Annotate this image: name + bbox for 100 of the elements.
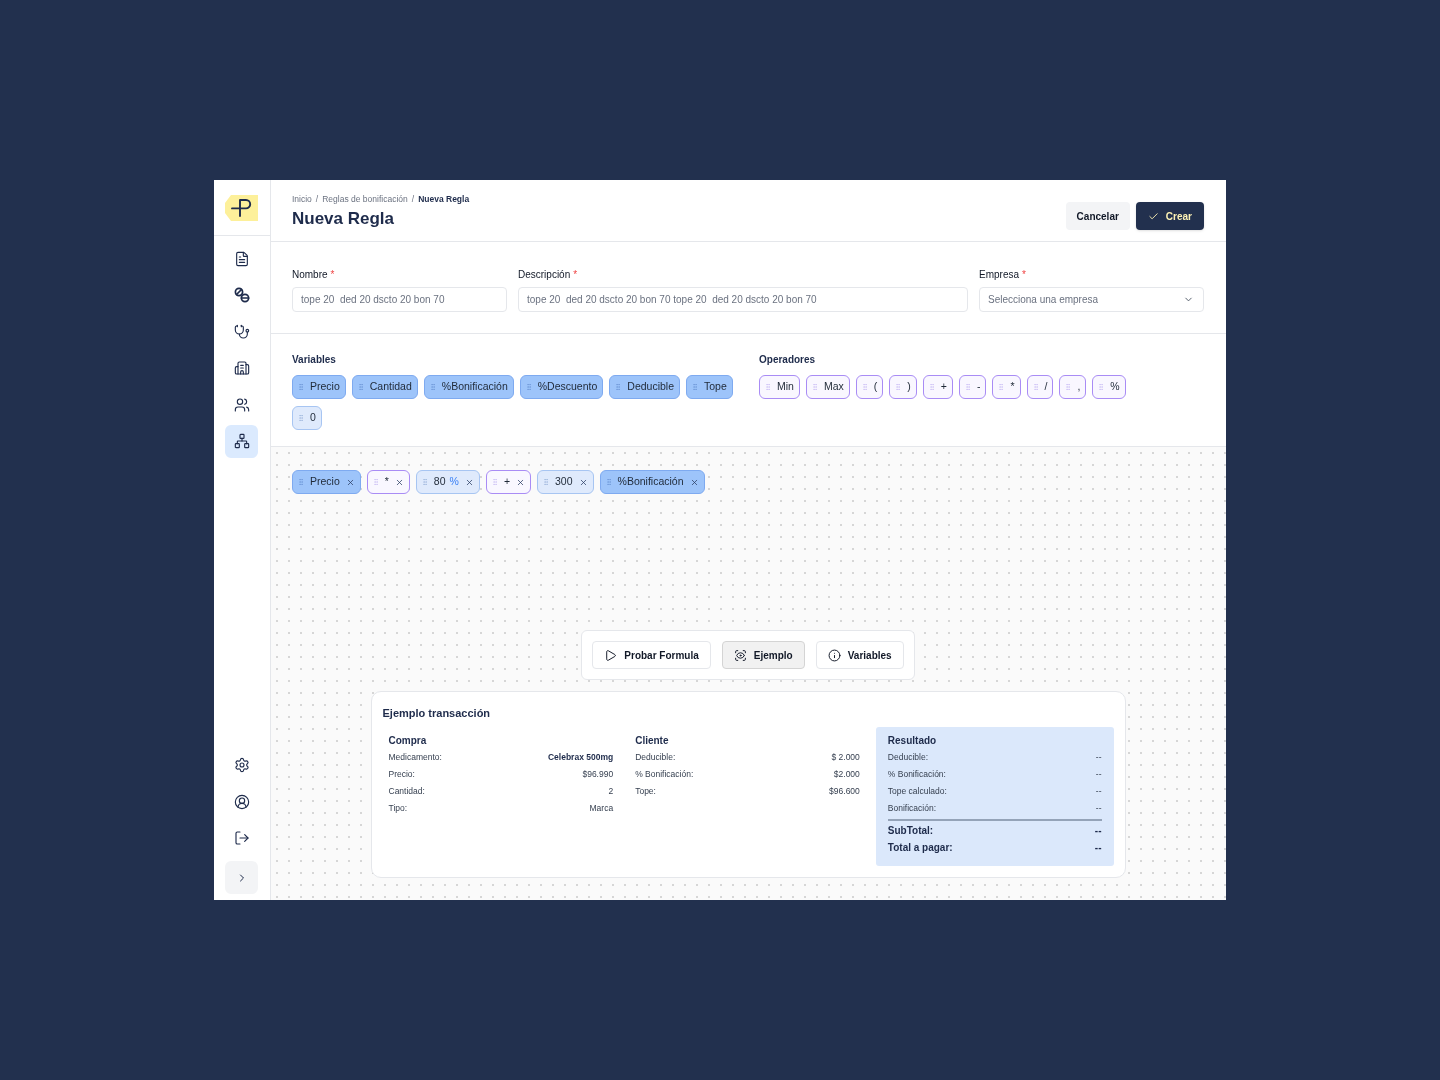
required-mark: * bbox=[573, 268, 578, 282]
expand-button[interactable] bbox=[225, 861, 258, 894]
variable-token[interactable]: Tope bbox=[686, 375, 733, 399]
drag-handle-icon[interactable] bbox=[428, 382, 437, 392]
drag-handle-icon[interactable] bbox=[1031, 382, 1040, 392]
remove-icon[interactable] bbox=[394, 477, 404, 487]
operator-token[interactable]: * bbox=[992, 375, 1021, 399]
required-mark: * bbox=[330, 268, 335, 282]
text-field[interactable]: tope 20 ded 20 dscto 20 bon 70 tope 20 ded 20 dscto 20 bon 70 bbox=[518, 287, 968, 312]
drag-handle-icon[interactable] bbox=[691, 382, 699, 392]
variable-token[interactable]: Precio bbox=[292, 470, 361, 494]
operator-token[interactable]: Max bbox=[805, 375, 850, 399]
section-title: Operadores bbox=[759, 353, 817, 367]
variable-token[interactable]: %Descuento bbox=[519, 375, 604, 399]
field-value: $ 2.000 bbox=[831, 751, 860, 764]
remove-icon[interactable] bbox=[464, 477, 474, 487]
drag-handle-icon[interactable] bbox=[1097, 382, 1106, 392]
drag-handle-icon[interactable] bbox=[614, 382, 623, 392]
field-label: Tope calculado: bbox=[887, 785, 947, 798]
building-icon bbox=[233, 360, 250, 376]
toolbar-button[interactable]: Variables bbox=[815, 641, 904, 669]
field-label: Cantidad: bbox=[388, 785, 425, 798]
drag-handle-icon[interactable] bbox=[524, 382, 533, 392]
text-field[interactable]: tope 20 ded 20 dscto 20 bon 70 bbox=[292, 287, 507, 312]
operator-token[interactable]: + bbox=[485, 470, 532, 494]
field-value: $2.000 bbox=[833, 768, 860, 781]
number-token[interactable]: 300 bbox=[537, 470, 594, 494]
number-token[interactable]: 0 bbox=[292, 406, 322, 430]
operator-token[interactable]: - bbox=[958, 375, 987, 399]
variable-token[interactable]: Precio bbox=[292, 375, 346, 399]
card-title: Ejemplo transacción bbox=[382, 706, 492, 720]
field-label: Medicamento: bbox=[388, 751, 442, 764]
operator-token[interactable]: % bbox=[1092, 375, 1126, 399]
operator-token[interactable]: Min bbox=[759, 375, 800, 399]
field-value: -- bbox=[1095, 751, 1102, 764]
remove-icon[interactable] bbox=[516, 477, 526, 487]
drag-handle-icon[interactable] bbox=[371, 477, 380, 487]
users-icon bbox=[233, 396, 250, 413]
field-label: Bonificación: bbox=[887, 802, 937, 815]
drag-handle-icon[interactable] bbox=[764, 382, 772, 392]
field-label: % Bonificación: bbox=[635, 768, 694, 781]
operator-token[interactable]: ) bbox=[889, 375, 917, 399]
drag-handle-icon[interactable] bbox=[297, 382, 305, 392]
operator-token[interactable]: + bbox=[922, 375, 953, 399]
remove-icon[interactable] bbox=[578, 477, 588, 487]
remove-icon[interactable] bbox=[345, 477, 355, 487]
page-title: Nueva Regla bbox=[292, 208, 396, 230]
drag-handle-icon[interactable] bbox=[542, 477, 551, 487]
drag-handle-icon[interactable] bbox=[297, 477, 305, 487]
drag-handle-icon[interactable] bbox=[810, 382, 819, 392]
total-value: -- bbox=[1094, 841, 1102, 855]
variable-token[interactable]: %Bonificación bbox=[599, 470, 705, 494]
variable-token[interactable]: Cantidad bbox=[351, 375, 418, 399]
field-value: 2 bbox=[608, 785, 614, 798]
nav-item[interactable] bbox=[225, 424, 258, 458]
eye-scan-icon bbox=[733, 648, 747, 662]
column-heading: Cliente bbox=[635, 734, 670, 748]
operator-token[interactable]: ( bbox=[855, 375, 884, 399]
field-value: Marca bbox=[589, 802, 614, 815]
field-label: Precio: bbox=[388, 768, 415, 781]
operator-token[interactable]: * bbox=[366, 470, 410, 494]
drag-handle-icon[interactable] bbox=[963, 382, 972, 392]
document-icon bbox=[233, 250, 250, 267]
drag-handle-icon[interactable] bbox=[490, 477, 499, 487]
remove-icon[interactable] bbox=[689, 477, 699, 487]
drag-handle-icon[interactable] bbox=[997, 382, 1006, 392]
total-label: Total a pagar: bbox=[887, 841, 953, 855]
section-title: Variables bbox=[292, 353, 337, 367]
drag-handle-icon[interactable] bbox=[604, 477, 613, 487]
drag-handle-icon[interactable] bbox=[894, 382, 903, 392]
toolbar-button[interactable]: Ejemplo bbox=[721, 641, 805, 669]
create-button[interactable]: Crear bbox=[1135, 202, 1204, 230]
drag-handle-icon[interactable] bbox=[927, 382, 936, 392]
field-label: Descripción bbox=[518, 268, 571, 282]
select-field[interactable]: Selecciona una empresa bbox=[979, 287, 1204, 312]
field-value: -- bbox=[1095, 785, 1102, 798]
breadcrumb-link[interactable]: Inicio bbox=[292, 193, 312, 205]
cancel-button[interactable]: Cancelar bbox=[1065, 202, 1130, 230]
drag-handle-icon[interactable] bbox=[860, 382, 869, 392]
number-token[interactable]: 80 % bbox=[415, 470, 480, 494]
drag-handle-icon[interactable] bbox=[1064, 382, 1073, 392]
drag-handle-icon[interactable] bbox=[297, 413, 305, 423]
operator-token[interactable]: / bbox=[1026, 375, 1054, 399]
operator-token[interactable]: , bbox=[1059, 375, 1087, 399]
required-mark: * bbox=[1022, 268, 1026, 282]
field-value: Celebrax 500mg bbox=[547, 751, 614, 764]
variable-token[interactable]: Deducible bbox=[609, 375, 680, 399]
logo bbox=[225, 194, 258, 221]
check-icon bbox=[1147, 210, 1159, 222]
drag-handle-icon[interactable] bbox=[356, 382, 365, 392]
field-label: Empresa bbox=[979, 268, 1019, 282]
info-icon bbox=[827, 648, 841, 662]
breadcrumb-link[interactable]: Reglas de bonificación bbox=[322, 193, 408, 205]
variable-token[interactable]: %Bonificación bbox=[423, 375, 514, 399]
field-label: Deducible: bbox=[887, 751, 928, 764]
toolbar-button[interactable]: Probar Formula bbox=[592, 641, 711, 669]
column-heading: Resultado bbox=[887, 734, 938, 748]
field-label: Tipo: bbox=[388, 802, 408, 815]
stethoscope-icon bbox=[233, 323, 250, 340]
drag-handle-icon[interactable] bbox=[420, 477, 429, 487]
